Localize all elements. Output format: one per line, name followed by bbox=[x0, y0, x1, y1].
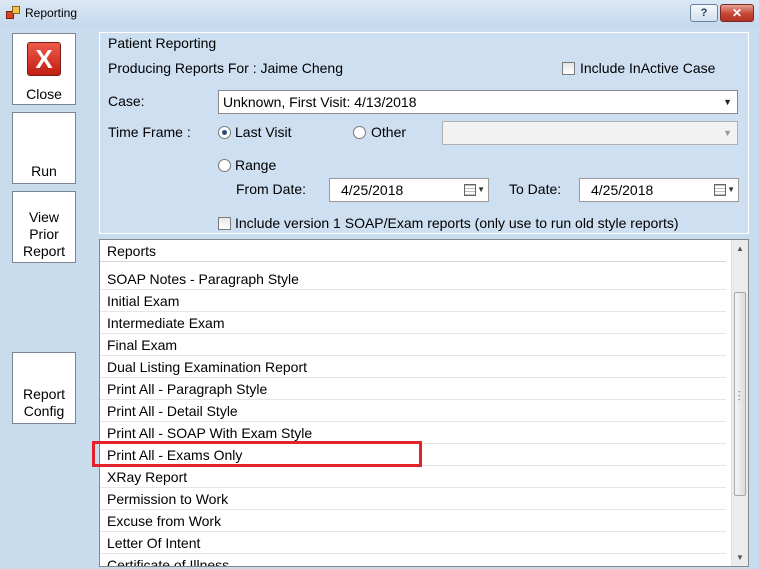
run-button[interactable]: Run bbox=[12, 112, 76, 184]
case-select[interactable]: Unknown, First Visit: 4/13/2018 ▼ bbox=[218, 90, 738, 114]
list-item[interactable]: Dual Listing Examination Report bbox=[100, 356, 726, 378]
close-button[interactable]: X Close bbox=[12, 33, 76, 105]
list-item[interactable]: Initial Exam bbox=[100, 290, 726, 312]
view-prior-label-line2: Prior bbox=[29, 226, 59, 242]
group-label: Patient Reporting bbox=[108, 35, 217, 51]
report-config-label-line1: Report bbox=[22, 386, 66, 402]
window-close-button[interactable]: ✕ bbox=[720, 4, 754, 22]
include-inactive-label: Include InActive Case bbox=[580, 60, 716, 76]
report-config-label-line2: Config bbox=[23, 403, 65, 419]
chevron-down-icon: ▼ bbox=[723, 128, 732, 138]
report-config-button[interactable]: Report Config bbox=[12, 352, 76, 424]
close-x-icon: X bbox=[27, 42, 61, 76]
last-visit-radio[interactable] bbox=[218, 126, 231, 139]
scroll-up-arrow-icon[interactable]: ▲ bbox=[732, 240, 748, 257]
case-select-value: Unknown, First Visit: 4/13/2018 bbox=[223, 94, 417, 110]
list-item[interactable]: Intermediate Exam bbox=[100, 312, 726, 334]
help-button[interactable]: ? bbox=[690, 4, 718, 22]
list-item-highlighted[interactable]: Print All - Exams Only bbox=[100, 444, 726, 466]
calendar-icon bbox=[464, 184, 476, 196]
include-v1-label: Include version 1 SOAP/Exam reports (onl… bbox=[235, 215, 679, 231]
to-date-value: 4/25/2018 bbox=[591, 182, 654, 198]
list-item[interactable]: Final Exam bbox=[100, 334, 726, 356]
scroll-down-arrow-icon[interactable]: ▼ bbox=[732, 549, 748, 566]
view-prior-label-line1: View bbox=[28, 209, 60, 225]
other-radio[interactable] bbox=[353, 126, 366, 139]
patient-reporting-panel: Patient Reporting Producing Reports For … bbox=[99, 32, 749, 234]
last-visit-label: Last Visit bbox=[235, 124, 292, 140]
vertical-scrollbar[interactable]: ▲ --- ▼ bbox=[731, 240, 748, 566]
from-date-value: 4/25/2018 bbox=[341, 182, 404, 198]
time-frame-label: Time Frame : bbox=[108, 124, 191, 140]
list-item[interactable]: Certificate of Illness bbox=[100, 554, 726, 566]
title-bar: Reporting ? ✕ bbox=[0, 0, 759, 26]
view-prior-report-button[interactable]: View Prior Report bbox=[12, 191, 76, 263]
window-client-area: X Close Run View Prior Report Report Con… bbox=[8, 26, 752, 569]
chevron-down-icon: ▼ bbox=[723, 97, 732, 107]
list-item[interactable]: Excuse from Work bbox=[100, 510, 726, 532]
from-date-picker[interactable]: 4/25/2018 ▼ bbox=[329, 178, 489, 202]
from-date-label: From Date: bbox=[236, 181, 307, 197]
range-label: Range bbox=[235, 157, 277, 173]
app-icon bbox=[6, 6, 20, 20]
chevron-down-icon: ▼ bbox=[477, 185, 485, 194]
list-item[interactable]: Print All - Detail Style bbox=[100, 400, 726, 422]
list-item[interactable]: Permission to Work bbox=[100, 488, 726, 510]
reports-list-header: Reports bbox=[100, 240, 726, 262]
case-label: Case: bbox=[108, 93, 145, 109]
other-label: Other bbox=[371, 124, 407, 140]
include-v1-checkbox[interactable] bbox=[218, 217, 231, 230]
scrollbar-thumb[interactable]: --- bbox=[734, 292, 746, 496]
include-inactive-checkbox[interactable] bbox=[562, 62, 575, 75]
window-title: Reporting bbox=[25, 6, 78, 20]
list-item[interactable]: Print All - SOAP With Exam Style bbox=[100, 422, 726, 444]
calendar-icon bbox=[714, 184, 726, 196]
list-item[interactable]: Letter Of Intent bbox=[100, 532, 726, 554]
other-select[interactable]: ▼ bbox=[442, 121, 738, 145]
close-button-label: Close bbox=[26, 86, 62, 102]
producing-reports-text: Producing Reports For : Jaime Cheng bbox=[108, 60, 343, 76]
view-prior-label-line3: Report bbox=[22, 243, 66, 259]
list-item[interactable]: XRay Report bbox=[100, 466, 726, 488]
list-item[interactable]: SOAP Notes - Paragraph Style bbox=[100, 268, 726, 290]
to-date-picker[interactable]: 4/25/2018 ▼ bbox=[579, 178, 739, 202]
run-button-label: Run bbox=[31, 163, 57, 179]
grip-icon: --- bbox=[738, 387, 741, 404]
to-date-label: To Date: bbox=[509, 181, 562, 197]
list-item[interactable]: Print All - Paragraph Style bbox=[100, 378, 726, 400]
reports-list[interactable]: Reports SOAP Notes - Paragraph Style Ini… bbox=[99, 239, 749, 567]
chevron-down-icon: ▼ bbox=[727, 185, 735, 194]
range-radio[interactable] bbox=[218, 159, 231, 172]
